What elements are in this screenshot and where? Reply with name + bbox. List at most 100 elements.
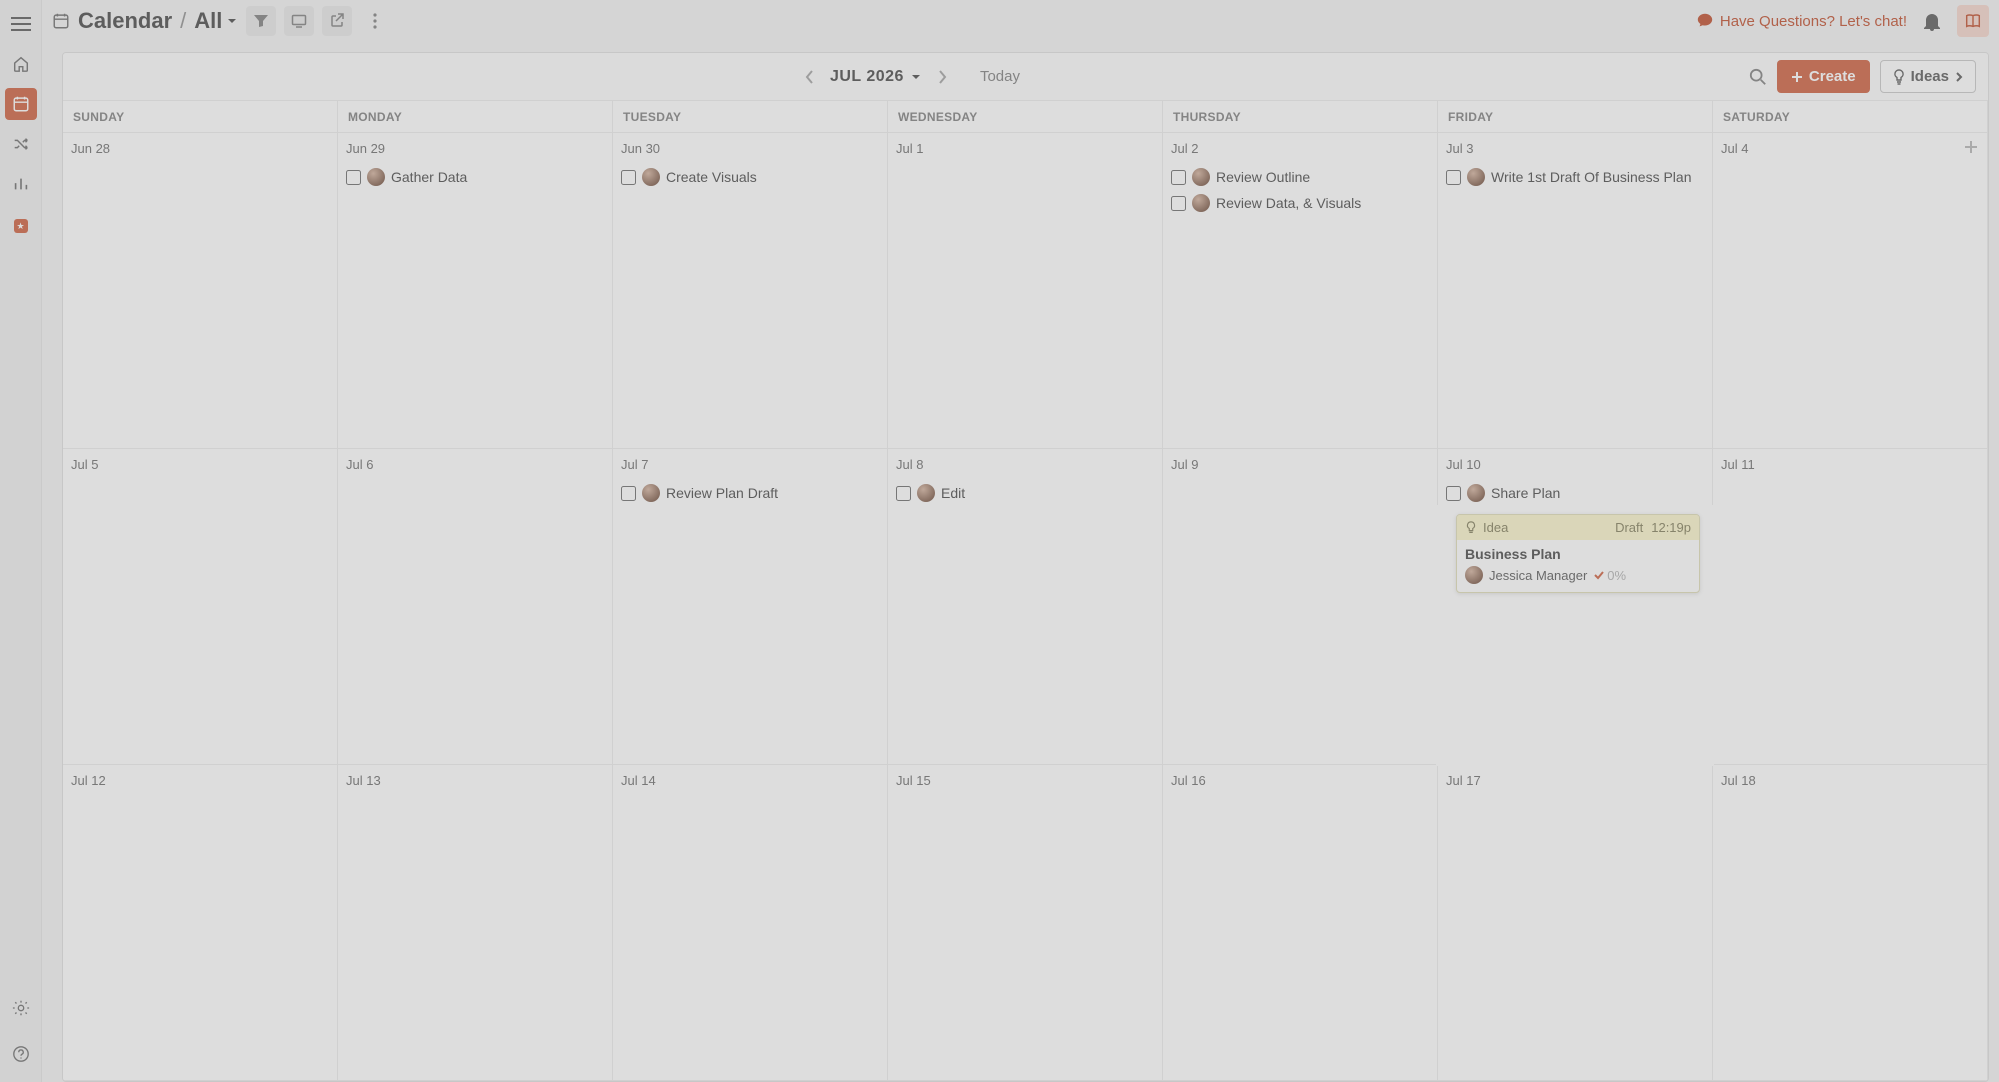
calendar-cell[interactable]: Jun 28	[63, 133, 338, 449]
sidebar-item-settings[interactable]	[5, 992, 37, 1024]
sidebar-item-home[interactable]	[5, 48, 37, 80]
task-item[interactable]: Write 1st Draft Of Business Plan	[1446, 166, 1704, 188]
idea-owner: Jessica Manager	[1489, 568, 1587, 583]
calendar-cell[interactable]: Jul 6	[338, 449, 613, 765]
task-checkbox[interactable]	[1446, 486, 1461, 501]
avatar	[1467, 484, 1485, 502]
chevron-left-icon	[804, 68, 816, 86]
task-checkbox[interactable]	[346, 170, 361, 185]
plus-icon	[1791, 71, 1803, 83]
calendar-cell[interactable]: Jul 12	[63, 765, 338, 1081]
docs-button[interactable]	[1957, 5, 1989, 37]
gear-icon	[12, 999, 30, 1017]
calendar-cell[interactable]: Jul 10Share PlanIdeaDraft12:19pBusiness …	[1438, 449, 1713, 765]
task-item[interactable]: Share Plan	[1446, 482, 1704, 504]
task-checkbox[interactable]	[621, 486, 636, 501]
cell-date: Jul 17	[1446, 773, 1704, 788]
cell-date: Jul 8	[896, 457, 1154, 472]
cell-date: Jul 16	[1171, 773, 1429, 788]
display-button[interactable]	[284, 6, 314, 36]
sidebar-item-help[interactable]	[5, 1038, 37, 1070]
shuffle-icon	[12, 135, 30, 153]
avatar	[642, 484, 660, 502]
avatar	[367, 168, 385, 186]
calendar-cell[interactable]: Jul 16	[1163, 765, 1438, 1081]
monitor-icon	[291, 13, 307, 29]
calendar-cell[interactable]: Jul 1	[888, 133, 1163, 449]
calendar-cell[interactable]: Jul 8 Edit	[888, 449, 1163, 765]
calendar-cell[interactable]: Jul 2 Review Outline Review Data, & Visual…	[1163, 133, 1438, 449]
task-title: Review Plan Draft	[666, 484, 879, 502]
calendar-cell[interactable]: Jul 9	[1163, 449, 1438, 765]
avatar	[1192, 168, 1210, 186]
chat-link[interactable]: Have Questions? Let's chat!	[1696, 12, 1907, 30]
calendar-cell[interactable]: Jul 18	[1713, 765, 1988, 1081]
sidebar-item-calendar[interactable]	[5, 88, 37, 120]
idea-card[interactable]: IdeaDraft12:19p Business Plan Jessica Mana…	[1456, 514, 1700, 593]
calendar-cell[interactable]: Jul 4	[1713, 133, 1988, 449]
cell-date: Jul 11	[1721, 457, 1979, 472]
calendar-cell[interactable]: Jul 14	[613, 765, 888, 1081]
task-title: Review Outline	[1216, 168, 1429, 186]
day-header: FRIDAY	[1438, 101, 1713, 133]
calendar-cell[interactable]: Jul 15	[888, 765, 1163, 1081]
task-checkbox[interactable]	[896, 486, 911, 501]
calendar-cell[interactable]: Jul 5	[63, 449, 338, 765]
menu-icon	[11, 16, 31, 32]
next-month-button[interactable]	[936, 68, 948, 86]
task-item[interactable]: Review Outline	[1171, 166, 1429, 188]
today-button[interactable]: Today	[980, 68, 1020, 85]
task-item[interactable]: Gather Data	[346, 166, 604, 188]
notifications-button[interactable]	[1915, 11, 1949, 31]
sidebar-item-favorites[interactable]: ★	[5, 210, 37, 242]
task-item[interactable]: Review Plan Draft	[621, 482, 879, 504]
task-checkbox[interactable]	[1446, 170, 1461, 185]
calendar-grid: SUNDAYMONDAYTUESDAYWEDNESDAYTHURSDAYFRID…	[63, 101, 1988, 1081]
share-button[interactable]	[322, 6, 352, 36]
task-title: Edit	[941, 484, 1154, 502]
calendar-cell[interactable]: Jul 13	[338, 765, 613, 1081]
sidebar: ★	[0, 0, 42, 1082]
task-item[interactable]: Review Data, & Visuals	[1171, 192, 1429, 214]
task-item[interactable]: Edit	[896, 482, 1154, 504]
avatar	[1467, 168, 1485, 186]
task-checkbox[interactable]	[1171, 196, 1186, 211]
day-header: MONDAY	[338, 101, 613, 133]
cell-date: Jul 5	[71, 457, 329, 472]
sidebar-item-analytics[interactable]	[5, 168, 37, 200]
calendar-cell[interactable]: Jun 29Gather Data	[338, 133, 613, 449]
add-item-button[interactable]	[1963, 139, 1979, 155]
create-button[interactable]: Create	[1777, 60, 1870, 93]
bell-icon	[1923, 11, 1941, 31]
cell-date: Jun 30	[621, 141, 879, 156]
task-title: Gather Data	[391, 168, 604, 186]
help-icon	[12, 1045, 30, 1063]
idea-card-header: IdeaDraft12:19p	[1457, 515, 1699, 540]
task-checkbox[interactable]	[621, 170, 636, 185]
filter-dropdown[interactable]: All	[194, 8, 238, 34]
task-checkbox[interactable]	[1171, 170, 1186, 185]
day-header: SUNDAY	[63, 101, 338, 133]
filter-button[interactable]	[246, 6, 276, 36]
calendar-cell[interactable]: Jul 11	[1713, 449, 1988, 765]
idea-title: Business Plan	[1465, 546, 1691, 562]
cell-date: Jul 14	[621, 773, 879, 788]
month-selector[interactable]: JUL 2026	[830, 68, 922, 86]
hamburger-button[interactable]	[5, 8, 37, 40]
calendar-cell[interactable]: Jul 17	[1438, 765, 1713, 1081]
search-button[interactable]	[1749, 68, 1767, 86]
calendar-cell[interactable]: Jul 3Write 1st Draft Of Business Plan	[1438, 133, 1713, 449]
calendar-icon	[52, 12, 70, 30]
prev-month-button[interactable]	[804, 68, 816, 86]
ideas-button[interactable]: Ideas	[1880, 60, 1976, 93]
cell-date: Jul 18	[1721, 773, 1979, 788]
calendar-icon	[12, 95, 30, 113]
calendar-cell[interactable]: Jul 7Review Plan Draft	[613, 449, 888, 765]
more-button[interactable]	[360, 6, 390, 36]
star-icon: ★	[14, 219, 28, 233]
cell-date: Jul 2	[1171, 141, 1429, 156]
task-item[interactable]: Create Visuals	[621, 166, 879, 188]
chat-icon	[1696, 12, 1714, 30]
calendar-cell[interactable]: Jun 30 Create Visuals	[613, 133, 888, 449]
sidebar-item-shuffle[interactable]	[5, 128, 37, 160]
